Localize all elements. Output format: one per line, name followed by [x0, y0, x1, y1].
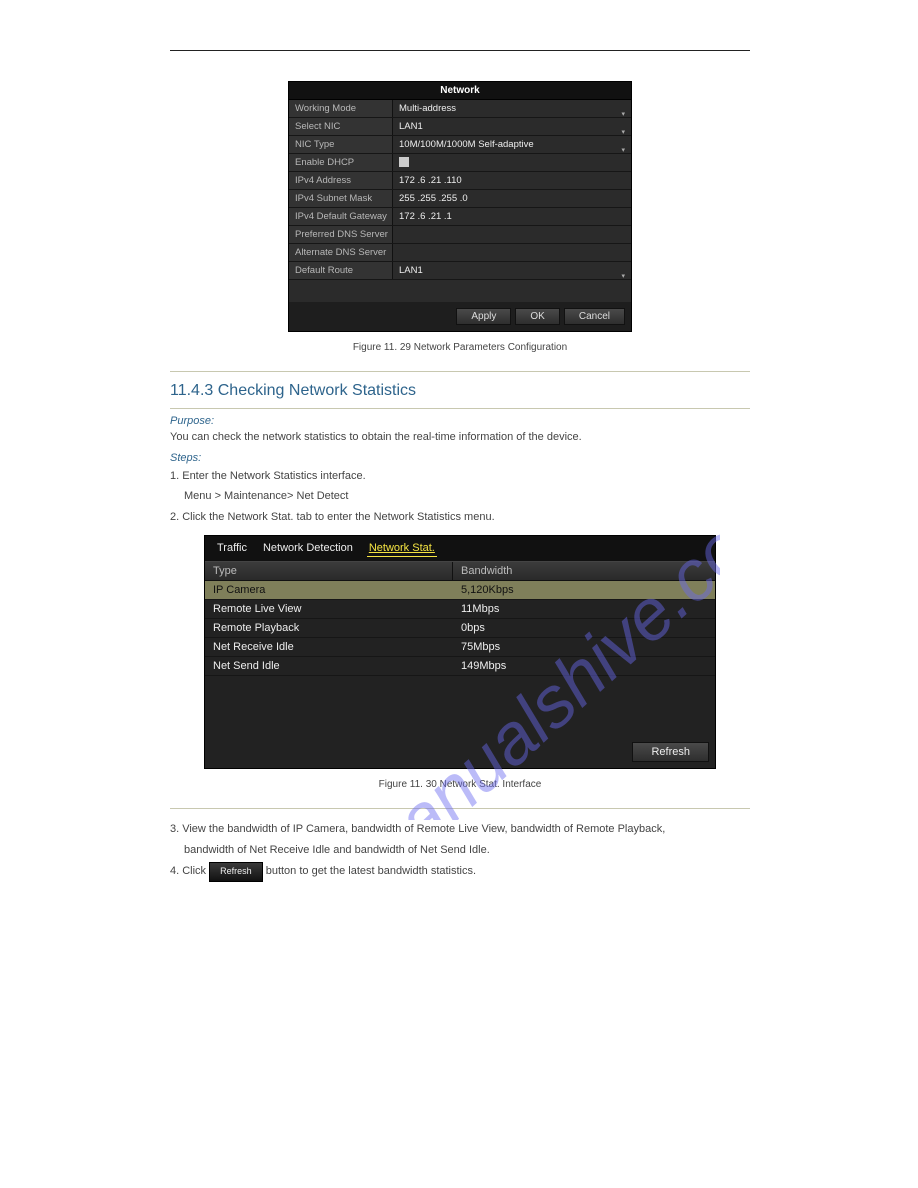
chevron-down-icon: ▾ — [621, 268, 625, 286]
dialog-button-bar: Apply OK Cancel — [289, 302, 631, 331]
stat-spacer — [205, 676, 715, 736]
value-working-mode[interactable]: Multi-address▾ — [393, 100, 631, 117]
cell-bandwidth: 149Mbps — [453, 657, 715, 675]
label-working-mode: Working Mode — [289, 100, 393, 117]
row-working-mode: Working Mode Multi-address▾ — [289, 100, 631, 118]
tab-network-detection[interactable]: Network Detection — [261, 540, 355, 557]
row-ipv4-address: IPv4 Address 172 .6 .21 .110 — [289, 172, 631, 190]
dialog-title: Network — [289, 82, 631, 100]
value-alt-dns[interactable] — [393, 244, 631, 261]
label-ipv4-address: IPv4 Address — [289, 172, 393, 189]
step-1: 1. Enter the Network Statistics interfac… — [170, 468, 750, 485]
menu-path: Menu > Maintenance> Net Detect — [170, 488, 750, 505]
col-type: Type — [205, 562, 453, 580]
step-4: 4. Click Refresh button to get the lates… — [170, 862, 750, 882]
row-enable-dhcp: Enable DHCP — [289, 154, 631, 172]
steps-label: Steps: — [170, 452, 750, 464]
stat-table-header: Type Bandwidth — [205, 561, 715, 581]
table-row[interactable]: Net Send Idle 149Mbps — [205, 657, 715, 676]
label-ipv4-gateway: IPv4 Default Gateway — [289, 208, 393, 225]
purpose-label: Purpose: — [170, 415, 750, 427]
label-alt-dns: Alternate DNS Server — [289, 244, 393, 261]
page-top-rule — [170, 50, 750, 51]
apply-button[interactable]: Apply — [456, 308, 511, 325]
cell-type: Remote Playback — [205, 619, 453, 637]
step-3-line2: bandwidth of Net Receive Idle and bandwi… — [170, 842, 750, 859]
row-ipv4-mask: IPv4 Subnet Mask 255 .255 .255 .0 — [289, 190, 631, 208]
value-select-nic[interactable]: LAN1▾ — [393, 118, 631, 135]
value-enable-dhcp[interactable] — [393, 154, 631, 171]
table-row[interactable]: IP Camera 5,120Kbps — [205, 581, 715, 600]
stat-tabs: Traffic Network Detection Network Stat. — [205, 536, 715, 561]
row-alt-dns: Alternate DNS Server — [289, 244, 631, 262]
row-default-route: Default Route LAN1▾ — [289, 262, 631, 280]
refresh-button-inline[interactable]: Refresh — [209, 862, 263, 882]
label-select-nic: Select NIC — [289, 118, 393, 135]
value-nic-type[interactable]: 10M/100M/1000M Self-adaptive▾ — [393, 136, 631, 153]
row-ipv4-gateway: IPv4 Default Gateway 172 .6 .21 .1 — [289, 208, 631, 226]
tab-traffic[interactable]: Traffic — [215, 540, 249, 557]
table-row[interactable]: Remote Playback 0bps — [205, 619, 715, 638]
cell-bandwidth: 5,120Kbps — [453, 581, 715, 599]
section-rule-under-heading — [170, 408, 750, 409]
checkbox-icon[interactable] — [399, 157, 409, 167]
cell-type: Remote Live View — [205, 600, 453, 618]
stat-button-bar: Refresh — [205, 736, 715, 768]
step-3-line1: 3. View the bandwidth of IP Camera, band… — [170, 821, 750, 838]
row-pref-dns: Preferred DNS Server — [289, 226, 631, 244]
table-row[interactable]: Net Receive Idle 75Mbps — [205, 638, 715, 657]
dialog-spacer — [289, 280, 631, 302]
label-default-route: Default Route — [289, 262, 393, 279]
col-bandwidth: Bandwidth — [453, 562, 715, 580]
figure-caption-1: Figure 11. 29 Network Parameters Configu… — [170, 342, 750, 353]
value-default-route[interactable]: LAN1▾ — [393, 262, 631, 279]
network-dialog: Network Working Mode Multi-address▾ Sele… — [288, 81, 632, 332]
label-pref-dns: Preferred DNS Server — [289, 226, 393, 243]
label-nic-type: NIC Type — [289, 136, 393, 153]
ok-button[interactable]: OK — [515, 308, 559, 325]
refresh-button[interactable]: Refresh — [632, 742, 709, 762]
purpose-text: You can check the network statistics to … — [170, 429, 750, 446]
label-ipv4-mask: IPv4 Subnet Mask — [289, 190, 393, 207]
step-4-pre: 4. Click — [170, 865, 209, 877]
cancel-button[interactable]: Cancel — [564, 308, 625, 325]
row-nic-type: NIC Type 10M/100M/1000M Self-adaptive▾ — [289, 136, 631, 154]
section-heading: 11.4.3 Checking Network Statistics — [170, 382, 750, 400]
value-ipv4-address[interactable]: 172 .6 .21 .110 — [393, 172, 631, 189]
tab-network-stat[interactable]: Network Stat. — [367, 540, 437, 557]
cell-bandwidth: 75Mbps — [453, 638, 715, 656]
row-select-nic: Select NIC LAN1▾ — [289, 118, 631, 136]
cell-type: IP Camera — [205, 581, 453, 599]
table-row[interactable]: Remote Live View 11Mbps — [205, 600, 715, 619]
value-ipv4-mask[interactable]: 255 .255 .255 .0 — [393, 190, 631, 207]
figure-caption-2: Figure 11. 30 Network Stat. Interface — [170, 779, 750, 790]
cell-bandwidth: 11Mbps — [453, 600, 715, 618]
step-4-post: button to get the latest bandwidth stati… — [266, 865, 476, 877]
cell-bandwidth: 0bps — [453, 619, 715, 637]
value-ipv4-gateway[interactable]: 172 .6 .21 .1 — [393, 208, 631, 225]
label-enable-dhcp: Enable DHCP — [289, 154, 393, 171]
cell-type: Net Send Idle — [205, 657, 453, 675]
cell-type: Net Receive Idle — [205, 638, 453, 656]
value-pref-dns[interactable] — [393, 226, 631, 243]
step-2: 2. Click the Network Stat. tab to enter … — [170, 509, 750, 526]
network-stat-panel: Traffic Network Detection Network Stat. … — [204, 535, 716, 769]
